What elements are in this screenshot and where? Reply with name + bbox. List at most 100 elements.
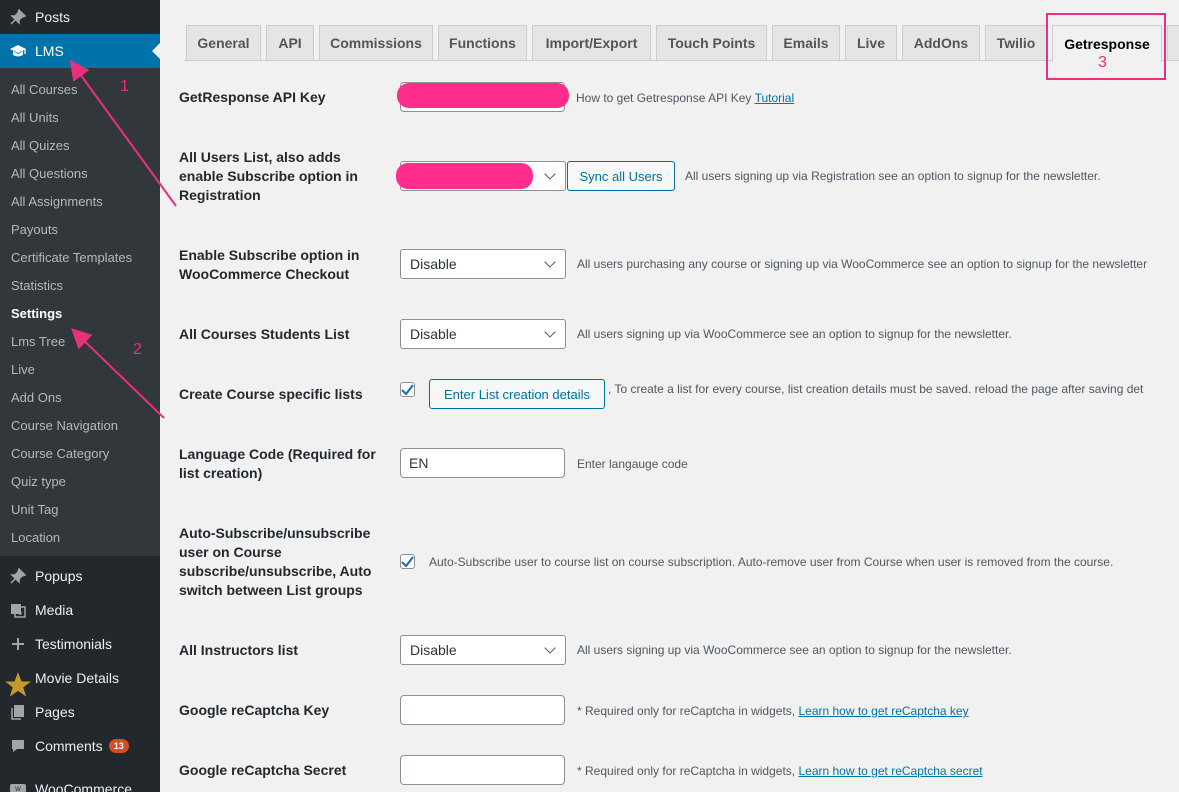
api-key-label: GetResponse API Key <box>179 89 326 105</box>
courses-students-value: Disable <box>410 326 457 342</box>
submenu-all-questions[interactable]: All Questions <box>11 166 88 181</box>
recaptcha-secret-link[interactable]: Learn how to get reCaptcha secret <box>798 764 982 778</box>
language-code-value: EN <box>409 455 429 471</box>
redaction-mark <box>396 163 533 189</box>
recaptcha-key-desc-text: * Required only for reCaptcha in widgets… <box>577 704 796 718</box>
menu-popups[interactable]: Popups <box>0 559 160 593</box>
chevron-down-icon <box>544 168 556 180</box>
current-menu-arrow <box>152 43 160 59</box>
woo-checkout-select[interactable]: Disable <box>400 249 566 279</box>
tab-live[interactable]: Live <box>845 25 897 60</box>
annotation-number-1: 1 <box>120 78 129 95</box>
menu-comments[interactable]: Comments 13 <box>0 729 160 763</box>
menu-movie-details-label: Movie Details <box>35 670 120 686</box>
comments-count-badge: 13 <box>108 739 129 753</box>
all-users-list-label: All Users List, also adds enable Subscri… <box>179 149 358 203</box>
woo-checkout-desc: All users purchasing any course or signi… <box>577 257 1148 271</box>
tab-addons[interactable]: AddOns <box>902 25 980 60</box>
chevron-down-icon <box>544 642 556 654</box>
courses-students-desc: All users signing up via WooCommerce see… <box>577 327 1012 341</box>
menu-media[interactable]: Media <box>0 593 160 627</box>
redaction-mark <box>397 83 569 108</box>
submenu-settings[interactable]: Settings <box>11 306 62 321</box>
submenu-statistics[interactable]: Statistics <box>11 278 63 293</box>
checkmark-icon <box>401 556 414 567</box>
svg-text:W: W <box>15 787 21 792</box>
submenu-certificate-templates[interactable]: Certificate Templates <box>11 250 132 265</box>
tab-commissions[interactable]: Commissions <box>319 25 433 60</box>
pin-icon <box>0 9 35 25</box>
tab-touch-points[interactable]: Touch Points <box>656 25 767 60</box>
menu-media-label: Media <box>35 602 74 618</box>
tab-general[interactable]: General <box>186 25 261 60</box>
submenu-all-quizes[interactable]: All Quizes <box>11 138 70 153</box>
pin-icon <box>0 568 35 584</box>
submenu-all-courses[interactable]: All Courses <box>11 82 77 97</box>
woo-checkout-label: Enable Subscribe option in WooCommerce C… <box>179 247 360 282</box>
submenu-course-category[interactable]: Course Category <box>11 446 109 461</box>
tab-emails[interactable]: Emails <box>772 25 840 60</box>
course-lists-checkbox[interactable] <box>400 382 415 397</box>
graduation-cap-icon <box>0 43 35 59</box>
menu-lms[interactable]: LMS <box>0 34 160 68</box>
recaptcha-key-desc: * Required only for reCaptcha in widgets… <box>577 704 969 718</box>
menu-movie-details[interactable]: Movie Details <box>0 661 160 697</box>
recaptcha-secret-input[interactable] <box>400 755 565 785</box>
menu-woocommerce-label: WooCommerce <box>35 781 132 792</box>
submenu-location[interactable]: Location <box>11 530 60 545</box>
plus-icon <box>0 637 35 651</box>
instructors-list-value: Disable <box>410 642 457 658</box>
menu-testimonials-label: Testimonials <box>35 636 113 652</box>
tab-overflow[interactable] <box>1167 25 1179 60</box>
menu-posts[interactable]: Posts <box>0 0 160 34</box>
annotation-number-3: 3 <box>1098 54 1107 71</box>
tab-functions[interactable]: Functions <box>438 25 527 60</box>
submenu-quiz-type[interactable]: Quiz type <box>11 474 66 489</box>
submenu-all-units[interactable]: All Units <box>11 110 59 125</box>
submenu-add-ons[interactable]: Add Ons <box>11 390 62 405</box>
api-key-desc-text: How to get Getresponse API Key <box>576 91 752 105</box>
pages-icon <box>0 704 35 720</box>
menu-posts-label: Posts <box>35 9 71 25</box>
menu-lms-label: LMS <box>35 43 64 59</box>
language-code-label: Language Code (Required for list creatio… <box>179 446 376 481</box>
instructors-list-label: All Instructors list <box>179 642 299 658</box>
language-code-input[interactable]: EN <box>400 448 565 478</box>
submenu-all-assignments[interactable]: All Assignments <box>11 194 103 209</box>
tabs-baseline <box>184 60 1179 61</box>
checkmark-icon <box>401 384 414 395</box>
speech-bubble-icon <box>0 738 35 754</box>
chevron-down-icon <box>544 326 556 338</box>
menu-pages[interactable]: Pages <box>0 695 160 729</box>
recaptcha-key-input[interactable] <box>400 695 565 725</box>
woocommerce-icon: W <box>0 783 35 792</box>
recaptcha-key-link[interactable]: Learn how to get reCaptcha key <box>798 704 968 718</box>
sync-all-users-button[interactable]: Sync all Users <box>567 161 675 191</box>
tab-import-export[interactable]: Import/Export <box>532 25 651 60</box>
recaptcha-secret-desc-text: * Required only for reCaptcha in widgets… <box>577 764 796 778</box>
chevron-down-icon <box>544 256 556 268</box>
courses-students-label: All Courses Students List <box>179 326 350 342</box>
auto-subscribe-checkbox[interactable] <box>400 554 415 569</box>
enter-list-creation-details-button[interactable]: Enter List creation details <box>429 379 605 409</box>
menu-woocommerce[interactable]: W WooCommerce <box>0 772 160 792</box>
menu-testimonials[interactable]: Testimonials <box>0 627 160 661</box>
courses-students-select[interactable]: Disable <box>400 319 566 349</box>
media-icon <box>0 602 35 618</box>
lms-submenu: All Courses All Units All Quizes All Que… <box>0 68 160 556</box>
instructors-list-select[interactable]: Disable <box>400 635 566 665</box>
api-key-desc: How to get Getresponse API Key Tutorial <box>576 91 794 105</box>
woo-checkout-value: Disable <box>410 256 457 272</box>
recaptcha-key-label: Google reCaptcha Key <box>179 702 330 718</box>
course-lists-label: Create Course specific lists <box>179 386 363 402</box>
admin-sidebar: Posts LMS All Courses All Units All Quiz… <box>0 0 160 792</box>
api-key-tutorial-link[interactable]: Tutorial <box>755 91 795 105</box>
submenu-live[interactable]: Live <box>11 362 35 377</box>
submenu-lms-tree[interactable]: Lms Tree <box>11 334 65 349</box>
tab-twilio[interactable]: Twilio <box>985 25 1047 60</box>
submenu-unit-tag[interactable]: Unit Tag <box>11 502 58 517</box>
submenu-payouts[interactable]: Payouts <box>11 222 58 237</box>
tab-api[interactable]: API <box>266 25 314 60</box>
menu-comments-label: Comments <box>35 738 103 754</box>
submenu-course-navigation[interactable]: Course Navigation <box>11 418 118 433</box>
